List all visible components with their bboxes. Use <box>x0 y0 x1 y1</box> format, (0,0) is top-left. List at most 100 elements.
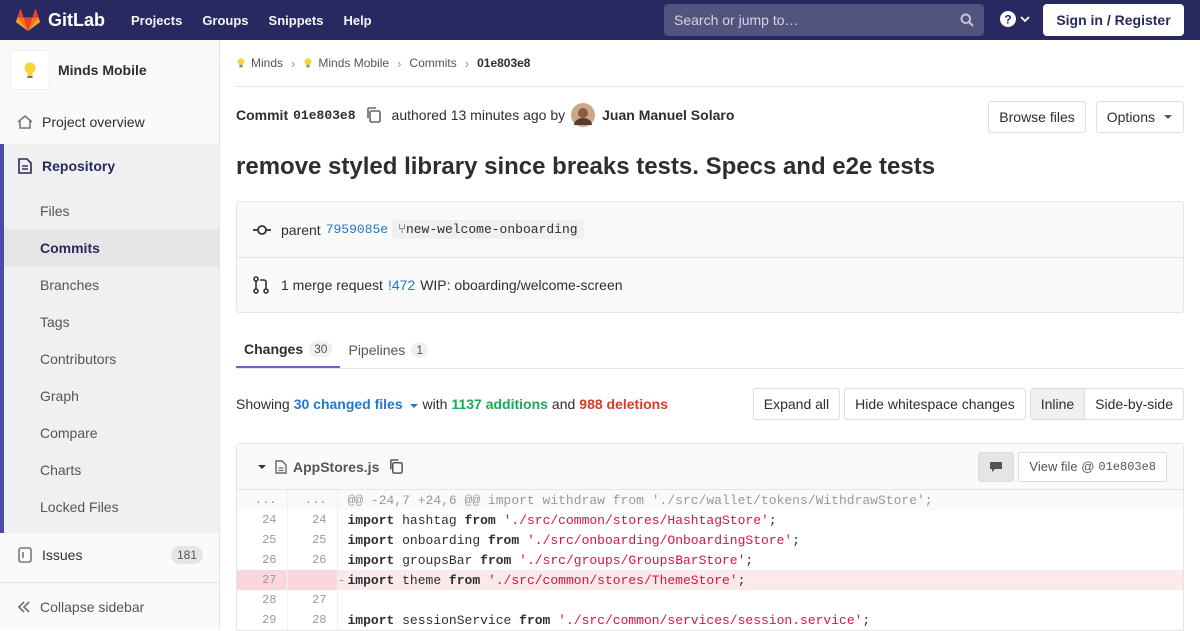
breadcrumb-minds[interactable]: Minds <box>236 56 283 70</box>
commit-title: remove styled library since breaks tests… <box>236 153 936 180</box>
document-icon <box>16 157 34 175</box>
diff-line: 28 27 <box>237 590 1183 610</box>
old-line-number[interactable]: ... <box>237 490 288 510</box>
caret-down-icon[interactable] <box>257 464 267 470</box>
code-keyword: from <box>448 572 481 588</box>
old-line-number[interactable]: 28 <box>237 590 288 610</box>
sidebar-sub-locked-files[interactable]: Locked Files <box>4 488 219 525</box>
old-line-number[interactable]: 29 <box>237 610 288 630</box>
hide-whitespace-button[interactable]: Hide whitespace changes <box>844 388 1026 420</box>
tab-count: 1 <box>411 341 428 358</box>
sidebar-sub-branches[interactable]: Branches <box>4 266 219 303</box>
search-input[interactable] <box>674 12 944 28</box>
commit-header: Commit 01e803e8 authored 13 minutes ago … <box>236 87 1184 143</box>
code-keyword: from <box>487 532 520 548</box>
commit-info-box: parent 7959085e ⑂new-welcome-onboarding … <box>236 201 1184 313</box>
nav-help[interactable]: Help <box>343 13 371 28</box>
diff-code: import groupsBar from './src/groups/Grou… <box>347 552 754 568</box>
sidebar-sub-commits[interactable]: Commits <box>4 229 219 266</box>
sidebar-item-label: Issues <box>42 547 83 563</box>
diff-line: 26 26 import groupsBar from './src/groups/… <box>237 550 1183 570</box>
commit-sha: 01e803e8 <box>293 107 356 123</box>
search-icon[interactable] <box>960 13 974 27</box>
sidebar-sub-files[interactable]: Files <box>4 192 219 229</box>
merge-request-count: 1 merge request <box>281 277 383 293</box>
view-file-sha: 01e803e8 <box>1098 459 1156 474</box>
project-avatar <box>10 50 50 90</box>
tab-changes[interactable]: Changes 30 <box>236 331 341 368</box>
code-identifier: sessionService <box>394 612 520 628</box>
old-line-number[interactable]: 27 <box>237 570 288 590</box>
diff-line: 27 - import theme from './src/common/store… <box>237 570 1183 590</box>
lightbulb-icon <box>237 58 245 68</box>
commit-label: Commit <box>236 107 289 123</box>
question-circle-icon: ? <box>1000 11 1016 27</box>
sidebar-sub-graph[interactable]: Graph <box>4 377 219 414</box>
new-line-number[interactable]: ... <box>287 490 338 510</box>
options-dropdown[interactable]: Options <box>1095 101 1184 133</box>
new-line-number[interactable]: 28 <box>287 610 338 630</box>
branch-name: new-welcome-onboarding <box>405 222 578 237</box>
project-name: Minds Mobile <box>58 62 147 78</box>
breadcrumb-current-commit[interactable]: 01e803e8 <box>477 56 530 70</box>
diff-file-name[interactable]: AppStores.js <box>293 459 379 475</box>
expand-all-button[interactable]: Expand all <box>752 388 841 420</box>
new-line-number[interactable] <box>287 570 338 590</box>
author-name[interactable]: Juan Manuel Solaro <box>602 107 734 123</box>
nav-snippets[interactable]: Snippets <box>269 13 324 28</box>
sign-in-button[interactable]: Sign in / Register <box>1043 4 1184 36</box>
parent-sha-link[interactable]: 7959085e <box>326 222 388 237</box>
old-line-number[interactable]: 25 <box>237 530 288 550</box>
new-line-number[interactable]: 24 <box>287 510 338 530</box>
sidebar-item-project-overview[interactable]: Project overview <box>0 100 219 144</box>
sidebar-repository-group: Repository Files Commits Branches Tags C… <box>0 144 219 533</box>
code-keyword: import <box>347 532 395 548</box>
breadcrumb-minds-mobile[interactable]: Minds Mobile <box>303 56 389 70</box>
gitlab-home-link[interactable]: GitLab <box>16 9 131 31</box>
sidebar-sub-charts[interactable]: Charts <box>4 451 219 488</box>
author-avatar[interactable] <box>571 103 596 127</box>
merge-request-link[interactable]: !472 <box>388 277 415 293</box>
old-line-number[interactable]: 24 <box>237 510 288 530</box>
diff-toolbar: Expand all Hide whitespace changes Inlin… <box>752 388 1184 420</box>
brand-name: GitLab <box>48 9 105 30</box>
breadcrumb: Minds › Minds Mobile › Commits › 01e803e… <box>236 40 1184 87</box>
new-line-number[interactable]: 27 <box>287 590 338 610</box>
sidebar-project-header[interactable]: Minds Mobile <box>0 40 219 100</box>
collapse-sidebar-label: Collapse sidebar <box>40 598 145 615</box>
help-dropdown[interactable]: ? <box>1000 11 1031 27</box>
new-line-number[interactable]: 26 <box>287 550 338 570</box>
new-line-number[interactable]: 25 <box>287 530 338 550</box>
sidebar-sub-compare[interactable]: Compare <box>4 414 219 451</box>
inline-view-button[interactable]: Inline <box>1029 388 1086 420</box>
breadcrumb-label: Minds Mobile <box>318 56 390 70</box>
old-line-number[interactable]: 26 <box>237 550 288 570</box>
project-sidebar: Minds Mobile Project overview Repository… <box>0 40 220 630</box>
changed-files-dropdown[interactable]: 30 changed files <box>294 396 419 412</box>
nav-projects[interactable]: Projects <box>131 13 182 28</box>
sidebar-item-issues[interactable]: Issues 181 <box>0 533 219 577</box>
additions-count: 1137 additions <box>451 396 548 412</box>
issues-icon <box>16 546 34 564</box>
sidebar-sub-contributors[interactable]: Contributors <box>4 340 219 377</box>
diff-code: - import theme from './src/common/stores/… <box>337 570 1183 590</box>
copy-icon[interactable] <box>366 107 382 123</box>
svg-text:?: ? <box>1004 13 1011 27</box>
code-keyword: import <box>347 572 395 588</box>
deletions-count: 988 deletions <box>579 396 668 412</box>
tab-pipelines[interactable]: Pipelines 1 <box>340 331 436 368</box>
copy-icon[interactable] <box>389 459 404 474</box>
chevron-down-icon <box>1020 16 1030 23</box>
side-by-side-button[interactable]: Side-by-side <box>1085 388 1184 420</box>
collapse-sidebar-button[interactable]: Collapse sidebar <box>0 582 219 630</box>
diff-table: ...... @@ -24,7 +24,6 @@ import withdraw … <box>237 490 1183 630</box>
breadcrumb-commits[interactable]: Commits <box>409 56 456 70</box>
diff-line: 25 25 import onboarding from './src/onboar… <box>237 530 1183 550</box>
sidebar-item-repository[interactable]: Repository <box>4 144 219 188</box>
view-file-button[interactable]: View file @ 01e803e8 <box>1018 451 1167 482</box>
sidebar-sub-tags[interactable]: Tags <box>4 303 219 340</box>
toggle-comments-button[interactable] <box>978 451 1015 482</box>
branch-pill[interactable]: ⑂new-welcome-onboarding <box>392 220 584 239</box>
nav-groups[interactable]: Groups <box>202 13 248 28</box>
browse-files-button[interactable]: Browse files <box>988 101 1086 133</box>
